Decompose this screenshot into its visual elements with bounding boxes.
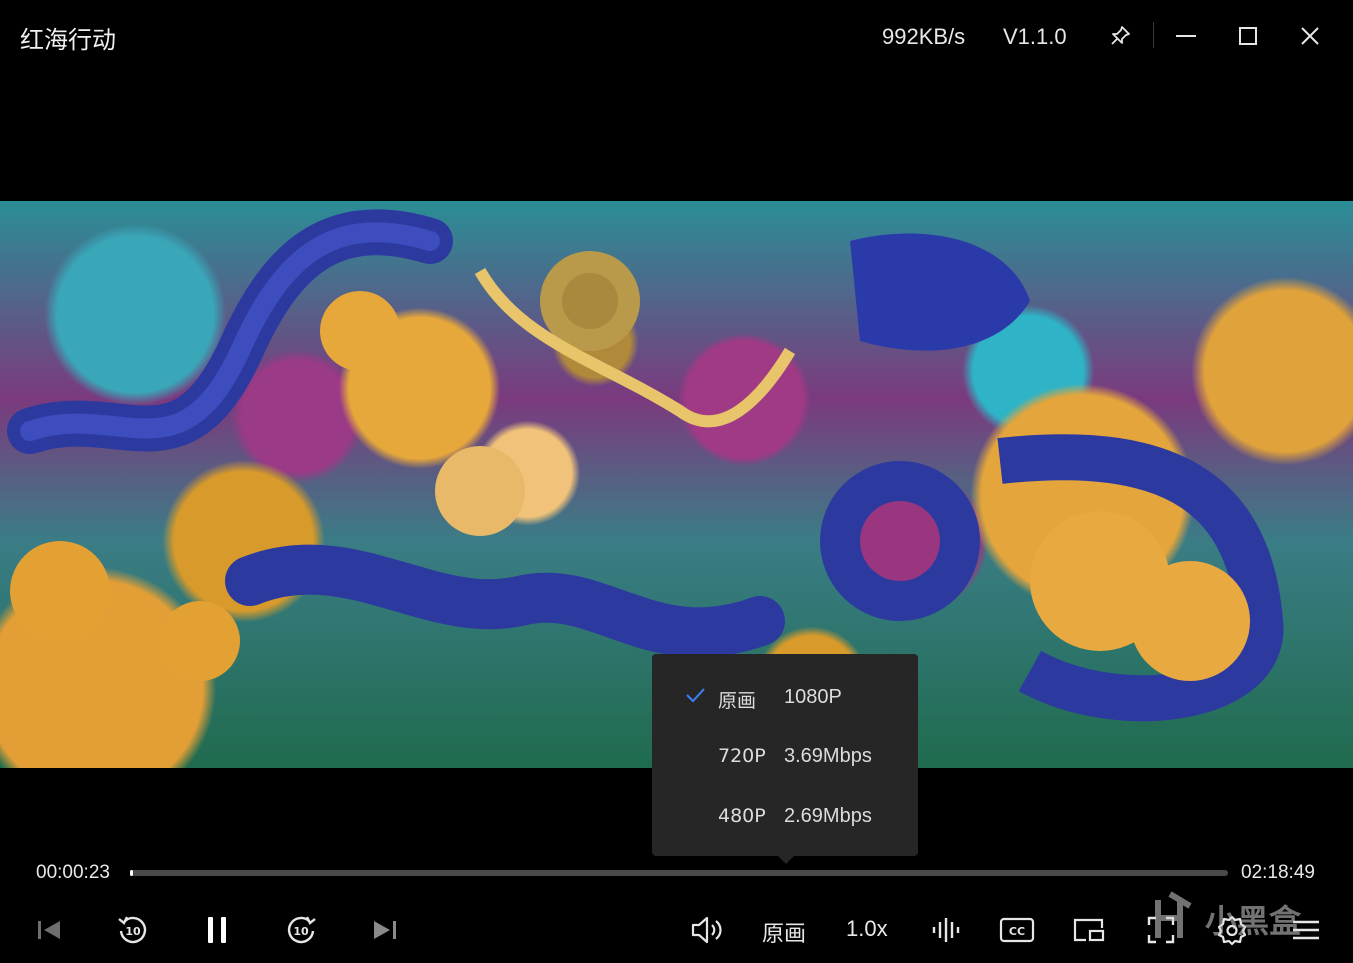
- previous-icon[interactable]: [29, 910, 69, 950]
- quality-option-480p[interactable]: 480P 2.69Mbps: [652, 795, 918, 835]
- audio-track-icon[interactable]: [926, 910, 966, 950]
- minimize-icon[interactable]: [1168, 18, 1204, 54]
- volume-icon[interactable]: [688, 910, 728, 950]
- quality-option-rate: 3.69Mbps: [784, 745, 872, 767]
- app-version: V1.1.0: [1003, 24, 1067, 49]
- svg-text:10: 10: [125, 925, 141, 938]
- maximize-icon[interactable]: [1230, 18, 1266, 54]
- svg-text:CC: CC: [1009, 925, 1025, 938]
- quality-option-rate: 2.69Mbps: [784, 805, 872, 827]
- forward-10-icon[interactable]: 10: [281, 910, 321, 950]
- picture-in-picture-icon[interactable]: [1069, 910, 1109, 950]
- pause-icon[interactable]: [197, 910, 237, 950]
- download-speed: 992KB/s: [882, 24, 966, 49]
- quality-option-name: 480P: [718, 805, 766, 827]
- progress-fill: [130, 870, 134, 876]
- quality-button[interactable]: 原画: [762, 916, 806, 948]
- svg-text:10: 10: [293, 925, 309, 938]
- title-bar: 红海行动 992KB/s V1.1.0: [0, 0, 1353, 72]
- quality-option-name: 原画: [718, 690, 757, 712]
- quality-menu: 原画 1080P 720P 3.69Mbps 480P 2.69Mbps: [652, 654, 918, 864]
- quality-option-720p[interactable]: 720P 3.69Mbps: [652, 735, 918, 775]
- current-time: 00:00:23: [36, 862, 110, 883]
- rewind-10-icon[interactable]: 10: [113, 910, 153, 950]
- watermark: 小黑盒: [1150, 888, 1320, 948]
- titlebar-divider: [1153, 22, 1154, 48]
- next-icon[interactable]: [365, 910, 405, 950]
- quality-option-name: 720P: [718, 745, 766, 767]
- close-icon[interactable]: [1292, 18, 1328, 54]
- video-title: 红海行动: [20, 26, 116, 54]
- playback-speed-button[interactable]: 1.0x: [846, 916, 888, 942]
- watermark-text: 小黑盒: [1205, 902, 1302, 940]
- subtitle-cc-icon[interactable]: CC: [997, 910, 1037, 950]
- pin-icon[interactable]: [1102, 18, 1138, 54]
- check-icon: [684, 684, 706, 712]
- xiaoheihe-logo-icon: [1155, 891, 1192, 938]
- quality-option-rate: 1080P: [784, 686, 842, 708]
- total-time: 02:18:49: [1241, 862, 1315, 883]
- quality-option-original[interactable]: 原画 1080P: [652, 676, 918, 716]
- progress-bar[interactable]: [130, 870, 1228, 876]
